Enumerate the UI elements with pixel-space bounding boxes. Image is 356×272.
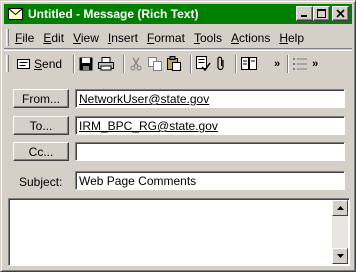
copy-icon[interactable] (148, 54, 163, 74)
window-controls (296, 6, 349, 21)
toolbar-separator (287, 54, 290, 73)
menu-view[interactable]: View (73, 31, 99, 45)
menu-grip[interactable] (6, 29, 9, 46)
toolbar-separator (235, 54, 238, 73)
from-field[interactable]: NetworkUser@state.gov (75, 89, 345, 108)
close-button[interactable] (332, 6, 349, 21)
toolbar-overflow-chevron-2[interactable]: » (312, 54, 318, 74)
toolbar-separator (190, 54, 193, 73)
menu-insert[interactable]: Insert (108, 31, 138, 45)
subject-field[interactable]: Web Page Comments (75, 171, 345, 190)
subject-label: Subject: (19, 175, 63, 189)
cc-field[interactable] (75, 142, 345, 161)
from-button[interactable]: From... (13, 89, 69, 108)
toolbar-separator (73, 54, 76, 73)
cc-button[interactable]: Cc... (13, 142, 69, 161)
window-title: Untitled - Message (Rich Text) (28, 7, 199, 21)
attach-icon[interactable] (216, 54, 226, 74)
message-window: Untitled - Message (Rich Text) File Edit… (0, 0, 356, 272)
menu-format[interactable]: Format (147, 31, 185, 45)
arrow-up-icon (336, 206, 344, 210)
standard-toolbar: Send » » (4, 50, 352, 76)
bullets-icon[interactable] (293, 54, 308, 74)
to-field[interactable]: IRM_BPC_RG@state.gov (75, 116, 345, 135)
paste-icon[interactable] (167, 54, 182, 74)
toolbar-separator (123, 54, 126, 73)
print-icon[interactable] (98, 54, 115, 74)
cut-icon[interactable] (129, 54, 143, 74)
menu-actions[interactable]: Actions (231, 31, 270, 45)
toolbar-grip[interactable] (6, 55, 9, 72)
send-button[interactable]: Send (15, 54, 64, 74)
title-bar[interactable]: Untitled - Message (Rich Text) (4, 4, 352, 24)
maximize-button[interactable] (313, 6, 330, 21)
arrow-down-icon (336, 254, 344, 258)
menu-edit[interactable]: Edit (43, 31, 64, 45)
check-names-icon[interactable] (196, 54, 211, 74)
scroll-down-button[interactable] (332, 248, 348, 264)
send-icon (17, 58, 30, 69)
scroll-up-button[interactable] (332, 200, 348, 216)
vertical-scrollbar[interactable] (332, 200, 348, 264)
send-label: Send (34, 56, 63, 71)
menu-tools[interactable]: Tools (194, 31, 222, 45)
from-address: NetworkUser@state.gov (79, 92, 210, 106)
menu-help[interactable]: Help (279, 31, 304, 45)
address-book-icon[interactable] (241, 54, 258, 74)
minimize-button[interactable] (296, 6, 313, 21)
to-button[interactable]: To... (13, 116, 69, 135)
menu-bar: File Edit View Insert Format Tools Actio… (4, 27, 352, 49)
envelope-icon (7, 6, 23, 22)
message-body[interactable] (8, 198, 350, 266)
to-address: IRM_BPC_RG@state.gov (79, 119, 218, 133)
save-icon[interactable] (79, 54, 93, 74)
toolbar-overflow-chevron[interactable]: » (274, 54, 280, 74)
menu-file[interactable]: File (15, 31, 34, 45)
